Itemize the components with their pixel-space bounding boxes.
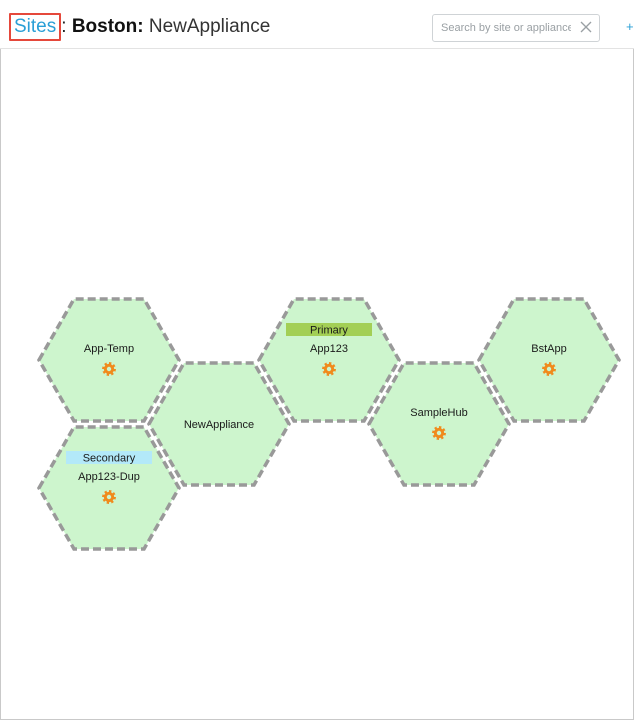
appliance-name: SampleHub — [410, 407, 467, 419]
breadcrumb: Sites: Boston: NewAppliance — [9, 13, 271, 41]
page-header: Sites: Boston: NewAppliance + — [0, 0, 634, 49]
hexagon-shape — [36, 425, 182, 551]
breadcrumb-site: Boston: — [71, 16, 144, 37]
role-label: Secondary — [83, 453, 136, 465]
gear-icon[interactable] — [322, 362, 336, 376]
hexagon-shape — [36, 297, 182, 423]
search-box — [432, 14, 600, 42]
plus-icon[interactable]: + — [626, 20, 634, 33]
appliance-name: NewAppliance — [184, 419, 254, 431]
appliance-name: App-Temp — [84, 343, 134, 355]
role-label: Primary — [310, 325, 348, 337]
hexagon-shape — [476, 297, 622, 423]
appliance-tile-samplehub[interactable]: SampleHub — [366, 361, 512, 487]
appliance-tile-bstapp[interactable]: BstApp — [476, 297, 622, 423]
appliance-name: App123 — [310, 343, 348, 355]
appliance-name: BstApp — [531, 343, 566, 355]
hexagon-shape — [366, 361, 512, 487]
breadcrumb-separator: : — [61, 16, 67, 37]
appliance-name: App123-Dup — [78, 471, 140, 483]
search-input[interactable] — [441, 19, 571, 37]
hex-map-svg: App-Temp NewAppliance Secondary App123-Dup P… — [36, 297, 622, 551]
close-icon[interactable] — [579, 20, 593, 34]
breadcrumb-sites-link[interactable]: Sites — [9, 13, 62, 41]
appliance-hex-map: App-Temp NewAppliance Secondary App123-Dup P… — [0, 49, 634, 720]
gear-icon[interactable] — [432, 426, 446, 440]
breadcrumb-appliance: NewAppliance — [148, 16, 271, 37]
appliance-tile-app-temp[interactable]: App-Temp — [36, 297, 182, 423]
hexagon-shape — [256, 297, 402, 423]
appliance-tile-app123-dup[interactable]: Secondary App123-Dup — [36, 425, 182, 551]
appliance-tile-app123[interactable]: Primary App123 — [256, 297, 402, 423]
appliance-tile-newappliance[interactable]: NewAppliance — [146, 361, 292, 487]
